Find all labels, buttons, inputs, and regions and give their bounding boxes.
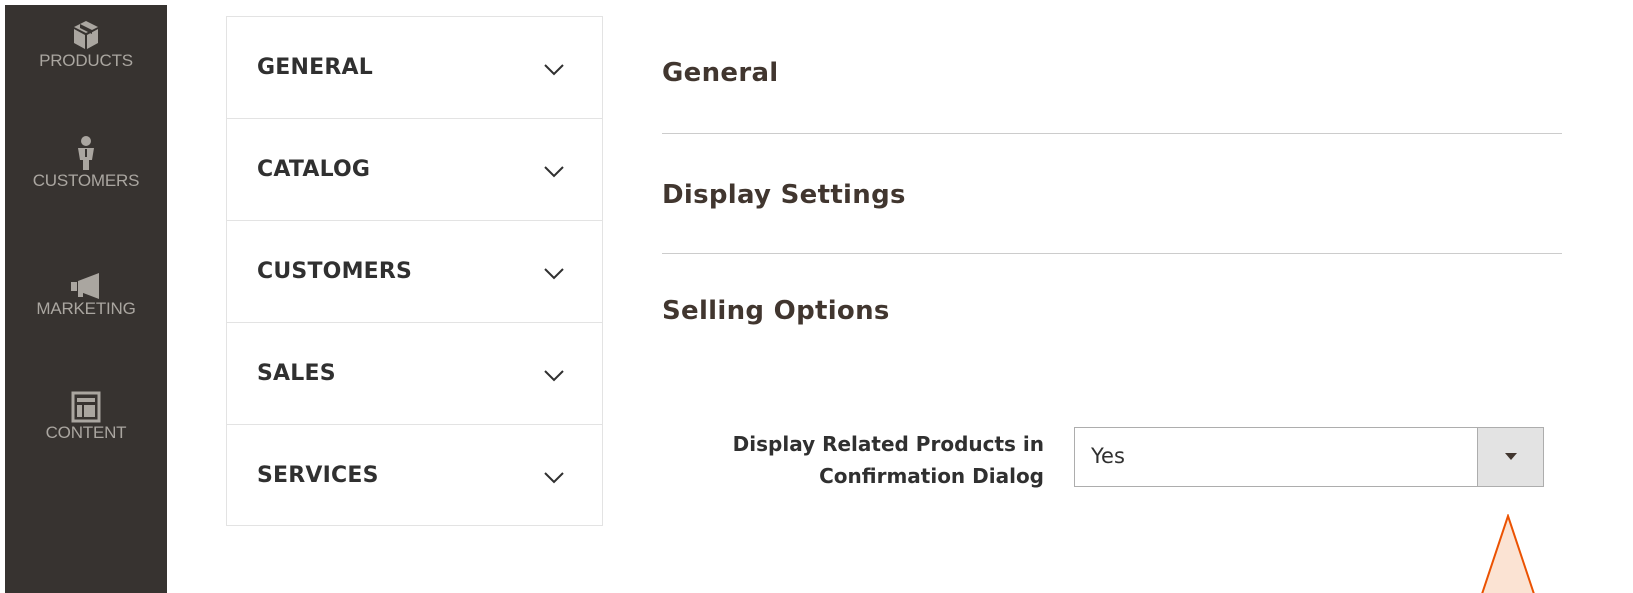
- chevron-down-icon: [544, 370, 564, 382]
- sidebar-item-label: PRODUCTS: [39, 51, 133, 70]
- sidebar-item-label: CUSTOMERS: [32, 171, 140, 190]
- annotation-arrow-icon: [1481, 514, 1535, 593]
- field-label-line1: Display Related Products in: [732, 432, 1044, 456]
- config-sections-panel: GENERAL CATALOG CUSTOMERS SALES SERVICES: [226, 16, 603, 526]
- field-label-line2: Confirmation Dialog: [819, 464, 1044, 488]
- group-selling-options-title[interactable]: Selling Options: [662, 296, 890, 326]
- section-label: CUSTOMERS: [257, 259, 413, 284]
- person-icon: [78, 136, 94, 170]
- caret-down-icon: [1505, 453, 1517, 460]
- chevron-down-icon: [544, 166, 564, 178]
- section-services[interactable]: SERVICES: [227, 425, 602, 527]
- megaphone-icon: [71, 273, 99, 299]
- chevron-down-icon: [544, 268, 564, 280]
- sidebar-item-products[interactable]: PRODUCTS: [5, 19, 167, 71]
- sidebar-item-marketing[interactable]: MARKETING: [5, 273, 167, 319]
- sidebar-item-label: CONTENT: [45, 423, 127, 442]
- field-label: Display Related Products in Confirmation…: [640, 428, 1044, 492]
- related-products-select[interactable]: Yes: [1074, 427, 1544, 487]
- section-general[interactable]: GENERAL: [227, 17, 602, 119]
- chevron-down-icon: [544, 64, 564, 76]
- section-label: CATALOG: [257, 157, 371, 182]
- app-frame: PRODUCTS CUSTOMERS MARKETING CONTENT GEN…: [0, 0, 1633, 593]
- group-general-title[interactable]: General: [662, 58, 779, 88]
- section-label: SALES: [257, 361, 336, 386]
- section-sales[interactable]: SALES: [227, 323, 602, 425]
- sidebar-item-content[interactable]: CONTENT: [5, 391, 167, 443]
- box-icon: [74, 21, 98, 49]
- select-toggle[interactable]: [1477, 428, 1543, 486]
- sidebar-item-label: MARKETING: [36, 299, 136, 318]
- section-label: GENERAL: [257, 55, 373, 80]
- layout-icon: [71, 391, 101, 423]
- group-display-settings-title[interactable]: Display Settings: [662, 180, 906, 210]
- sidebar-item-customers[interactable]: CUSTOMERS: [5, 135, 167, 191]
- group-divider: [662, 133, 1562, 134]
- select-value: Yes: [1091, 444, 1125, 468]
- admin-sidebar: PRODUCTS CUSTOMERS MARKETING CONTENT: [5, 5, 167, 593]
- chevron-down-icon: [544, 472, 564, 484]
- group-divider: [662, 253, 1562, 254]
- section-customers[interactable]: CUSTOMERS: [227, 221, 602, 323]
- section-label: SERVICES: [257, 463, 379, 488]
- section-catalog[interactable]: CATALOG: [227, 119, 602, 221]
